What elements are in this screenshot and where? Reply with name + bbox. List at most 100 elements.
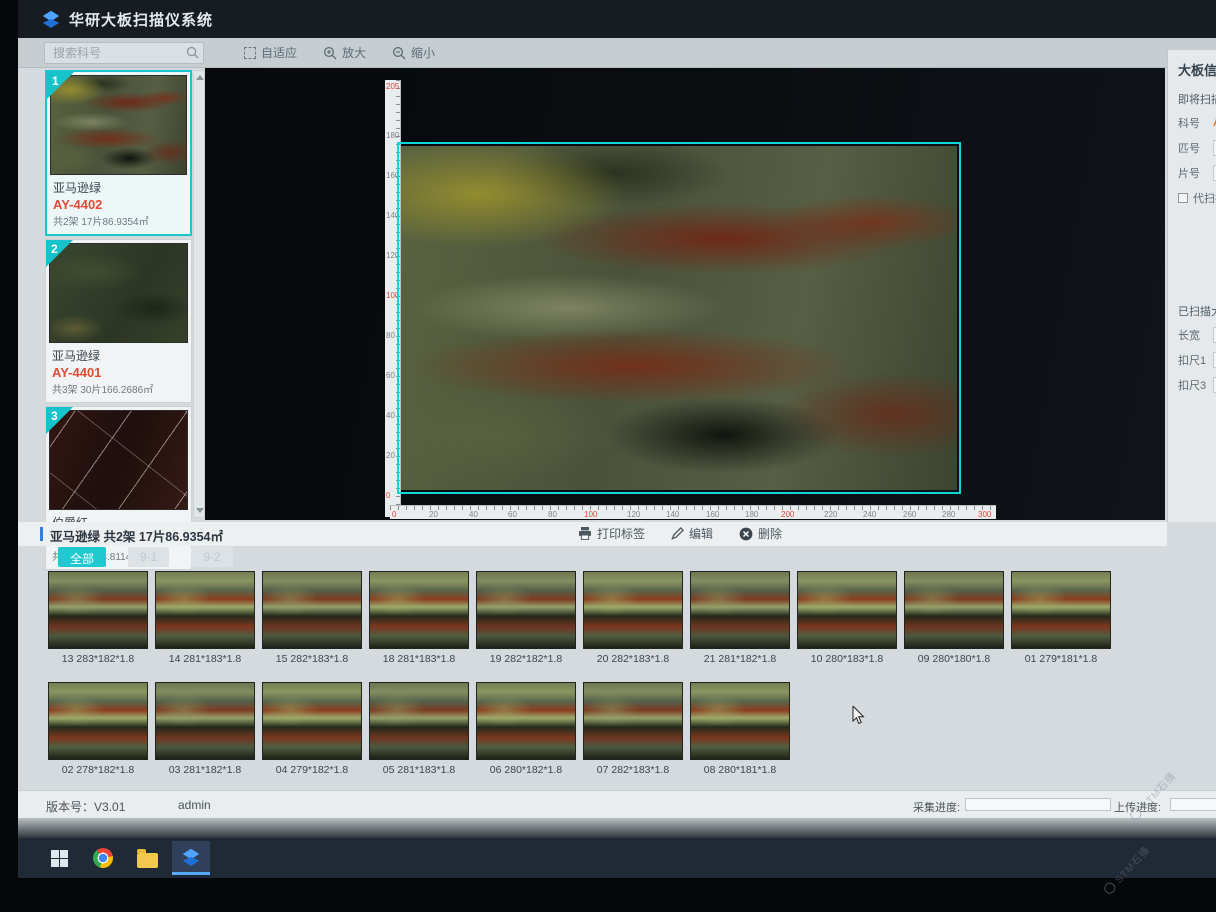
capture-progress-label: 采集进度: — [913, 799, 960, 815]
slab-thumbnail[interactable] — [49, 410, 188, 510]
slab-code: AY-4401 — [49, 364, 188, 380]
piece-item[interactable]: 14 281*183*1.8 — [155, 571, 255, 665]
piece-thumbnail[interactable] — [262, 571, 362, 649]
slab-card-1[interactable]: 1 亚马逊绿 AY-4402 共2架 17片86.9354㎡ — [45, 70, 192, 236]
piece-item[interactable]: 08 280*181*1.8 — [690, 682, 790, 776]
proxy-scan-label: 代扫描 — [1193, 190, 1216, 206]
slab-info: 共3架 30片166.2686㎡ — [49, 380, 188, 399]
slab-info: 共2架 17片86.9354㎡ — [50, 212, 187, 231]
mouse-cursor — [852, 706, 866, 726]
fit-icon — [244, 47, 256, 59]
piece-thumbnail[interactable] — [369, 682, 469, 760]
detail-title: 亚马逊绿 共2架 17片86.9354㎡ — [50, 526, 223, 545]
piece-thumbnail[interactable] — [690, 571, 790, 649]
piece-item[interactable]: 01 279*181*1.8 — [1011, 571, 1111, 665]
piece-item[interactable]: 04 279*182*1.8 — [262, 682, 362, 776]
search-input[interactable] — [44, 42, 204, 64]
piece-item[interactable]: 02 278*182*1.8 — [48, 682, 148, 776]
piece-item[interactable]: 18 281*183*1.8 — [369, 571, 469, 665]
version-text: 版本号：V3.01 — [46, 798, 125, 815]
piece-item[interactable]: 07 282*183*1.8 — [583, 682, 683, 776]
search-icon — [186, 46, 199, 59]
batch-label: 匹号 — [1178, 140, 1208, 156]
scanner-app-taskbar-button[interactable] — [172, 841, 210, 875]
piece-thumbnail[interactable] — [48, 682, 148, 760]
horizontal-ruler: 0 20 40 60 80 100 120 140 160 180 200 22… — [390, 505, 996, 519]
zoom-in-button[interactable]: 放大 — [323, 44, 366, 61]
piece-item[interactable]: 13 283*182*1.8 — [48, 571, 148, 665]
piece-item[interactable]: 21 281*182*1.8 — [690, 571, 790, 665]
windows-icon — [51, 850, 68, 867]
piece-thumbnail[interactable] — [262, 682, 362, 760]
piece-item[interactable]: 20 282*183*1.8 — [583, 571, 683, 665]
rack-tabs: 全部 9-1 9-2 — [58, 547, 233, 567]
piece-thumbnail[interactable] — [583, 682, 683, 760]
piece-item[interactable]: 09 280*180*1.8 — [904, 571, 1004, 665]
piece-thumbnail[interactable] — [476, 571, 576, 649]
piece-item[interactable]: 10 280*183*1.8 — [797, 571, 897, 665]
selection-rectangle[interactable] — [397, 142, 961, 494]
piece-thumbnail[interactable] — [904, 571, 1004, 649]
piece-item[interactable]: 19 282*182*1.8 — [476, 571, 576, 665]
tab-all[interactable]: 全部 — [58, 547, 106, 567]
chrome-icon — [93, 848, 113, 868]
deduct1-label: 扣尺1 — [1178, 352, 1208, 368]
piece-thumbnail[interactable] — [583, 571, 683, 649]
sidebar-scrollbar[interactable] — [193, 70, 205, 518]
scan-canvas[interactable]: 205 180 160 140 120 100 80 60 40 20 0 0 … — [205, 68, 1165, 520]
tab-rack-1[interactable]: 9-1 — [128, 547, 169, 567]
watermark-logo-icon — [1102, 880, 1118, 896]
app-logo-icon — [182, 848, 200, 866]
toolbar: 自适应 放大 缩小 — [18, 38, 1216, 68]
upload-progress-bar — [1170, 798, 1216, 811]
piece-item[interactable]: 06 280*182*1.8 — [476, 682, 576, 776]
browser-taskbar-button[interactable] — [84, 841, 122, 875]
app-logo-icon — [42, 10, 60, 28]
scroll-down-icon[interactable] — [196, 508, 204, 513]
section-scanned: 已扫描大板 — [1178, 303, 1216, 319]
tab-rack-2[interactable]: 9-2 — [191, 547, 232, 567]
slab-thumbnail[interactable] — [49, 243, 188, 343]
delete-icon — [739, 527, 753, 541]
delete-button[interactable]: 删除 — [739, 525, 782, 542]
proxy-scan-checkbox[interactable] — [1178, 193, 1188, 203]
start-button[interactable] — [40, 841, 78, 875]
piece-thumbnail[interactable] — [1011, 571, 1111, 649]
slab-card-2[interactable]: 2 亚马逊绿 AY-4401 共3架 30片166.2686㎡ — [45, 239, 192, 403]
zoom-out-icon — [392, 46, 406, 60]
slab-info-panel: 大板信息 即将扫描 科号 AY 匹号 片号 代扫描 已扫描大板 长宽 — [1167, 50, 1216, 522]
piece-thumbnail[interactable] — [369, 571, 469, 649]
folder-icon — [137, 853, 158, 868]
slab-thumbnail[interactable] — [50, 75, 187, 175]
slab-name: 亚马逊绿 — [50, 175, 187, 196]
search-box — [44, 42, 204, 64]
piece-grid-row1: 13 283*182*1.8 14 281*183*1.8 15 282*183… — [48, 571, 1111, 665]
piece-item[interactable]: 05 281*183*1.8 — [369, 682, 469, 776]
piece-thumbnail[interactable] — [48, 571, 148, 649]
piece-grid-row2: 02 278*182*1.8 03 281*182*1.8 04 279*182… — [48, 682, 790, 776]
explorer-taskbar-button[interactable] — [128, 841, 166, 875]
piece-item[interactable]: 15 282*183*1.8 — [262, 571, 362, 665]
accent-tick — [40, 527, 43, 541]
panel-title: 大板信息 — [1178, 60, 1216, 79]
print-label-button[interactable]: 打印标签 — [578, 525, 645, 542]
fit-button[interactable]: 自适应 — [244, 44, 297, 61]
piece-thumbnail[interactable] — [690, 682, 790, 760]
piece-thumbnail[interactable] — [155, 571, 255, 649]
logged-in-user: admin — [178, 798, 211, 812]
zoom-out-button[interactable]: 缩小 — [392, 44, 435, 61]
piece-item[interactable]: 03 281*182*1.8 — [155, 682, 255, 776]
capture-progress-bar — [965, 798, 1111, 811]
piece-thumbnail[interactable] — [155, 682, 255, 760]
size-label: 长宽 — [1178, 327, 1208, 343]
status-bar: 版本号：V3.01 admin 采集进度: 上传进度: — [18, 790, 1216, 818]
piece-label: 片号 — [1178, 165, 1208, 181]
screen-lower-edge — [18, 818, 1216, 838]
piece-thumbnail[interactable] — [476, 682, 576, 760]
edit-button[interactable]: 编辑 — [671, 525, 713, 542]
piece-thumbnail[interactable] — [797, 571, 897, 649]
monitor-screen: 华研大板扫描仪系统 自适应 放大 — [18, 0, 1216, 878]
window-title: 华研大板扫描仪系统 — [69, 9, 213, 30]
section-next-scan: 即将扫描 — [1178, 91, 1216, 107]
scroll-up-icon[interactable] — [196, 75, 204, 80]
